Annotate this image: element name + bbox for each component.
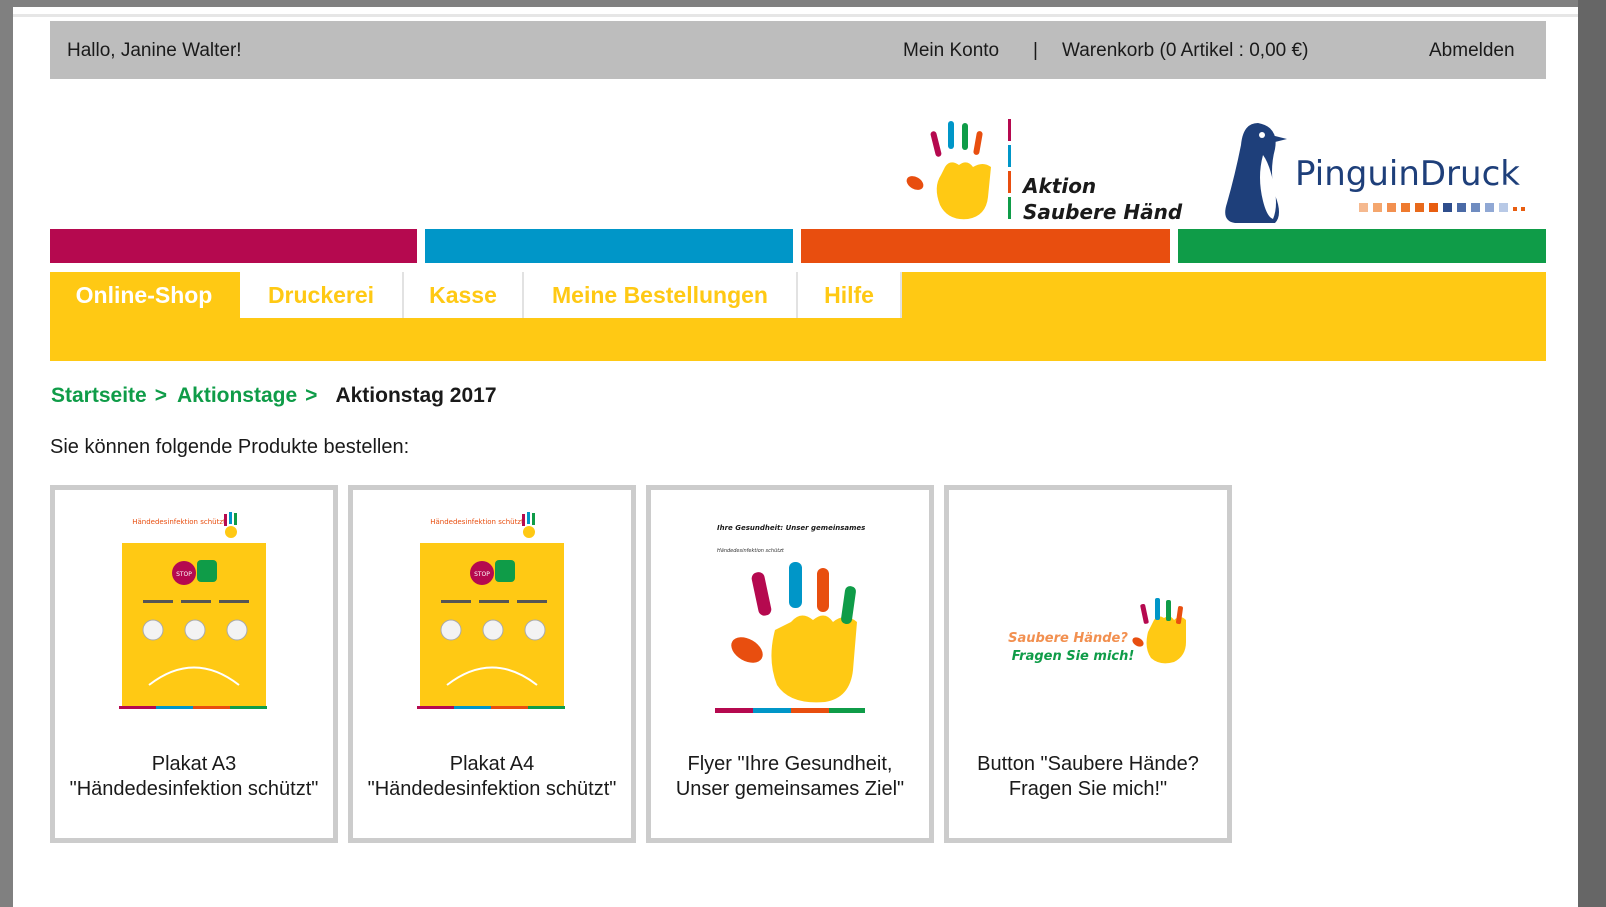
product-card-plakat-a3[interactable]: Händedesinfektion schützt STOP Plakat A3… [50,485,338,843]
logo-text-aktion: Aktion [1021,174,1096,198]
breadcrumb-aktionstage[interactable]: Aktionstage [177,384,297,407]
stop-badge: STOP [474,571,490,578]
product-image[interactable]: Händedesinfektion schützt STOP [55,510,333,720]
product-image[interactable]: Ihre Gesundheit: Unser gemeinsames Ziel!… [651,510,929,720]
poster-title: Händedesinfektion schützt [430,518,524,526]
breadcrumb-startseite[interactable]: Startseite [51,384,147,407]
product-name[interactable]: Plakat A3 "Händedesinfektion schützt" [55,752,333,802]
breadcrumb-separator: > [154,384,167,407]
flyer-title: Ihre Gesundheit: Unser gemeinsames Ziel! [717,524,865,532]
product-name-line1: Plakat A3 [151,753,237,775]
product-name-line2: Unser gemeinsames Ziel" [675,778,905,800]
product-name-line1: Button "Saubere Hände? [977,753,1199,775]
product-name-line2: "Händedesinfektion schützt" [367,778,617,800]
flyer-thumbnail: Ihre Gesundheit: Unser gemeinsames Ziel!… [715,524,865,713]
browser-frame-strip [13,7,1578,17]
tab-hilfe[interactable]: Hilfe [798,272,900,318]
breadcrumb-separator: > [305,384,318,407]
breadcrumb-current: Aktionstag 2017 [335,384,497,407]
product-name-line1: Plakat A4 [449,753,535,775]
logo-dots [1359,203,1525,212]
cart-link[interactable]: Warenkorb (0 Artikel : 0,00 €) [1062,40,1308,62]
logo-text-pinguindruck: PinguinDruck [1295,154,1520,194]
logo-text-saubere-haende: Saubere Hände [1023,200,1183,224]
pinguindruck-logo[interactable]: PinguinDruck [1213,115,1553,230]
color-bar-green [1178,229,1546,263]
product-name-line1: Flyer "Ihre Gesundheit, [687,753,893,775]
product-name[interactable]: Flyer "Ihre Gesundheit, Unser gemeinsame… [651,752,929,802]
browser-frame-top [0,0,1606,7]
tab-divider [900,272,902,318]
product-card-button[interactable]: Saubere Hände? Fragen Sie mich! Button "… [944,485,1232,843]
breadcrumb: Startseite > Aktionstage > Aktionstag 2017 [51,384,497,408]
hand-icon [1132,598,1186,664]
stop-badge: STOP [176,571,192,578]
button-thumbnail: Saubere Hände? Fragen Sie mich! [1008,598,1186,664]
color-bar-magenta [50,229,417,263]
aktion-saubere-haende-logo[interactable]: Aktion Saubere Hände [893,115,1183,225]
userbar-separator: | [1033,40,1038,61]
poster-thumbnail: Händedesinfektion schützt STOP [119,512,267,709]
poster-thumbnail: Händedesinfektion schützt STOP [417,512,565,709]
flyer-subtitle: Händedesinfektion schützt [717,548,785,554]
product-name-line2: Fragen Sie mich!" [1008,778,1168,800]
penguin-icon [1225,123,1287,223]
product-name-line2: "Händedesinfektion schützt" [69,778,319,800]
button-text-line2: Fragen Sie mich! [1012,649,1135,664]
product-card-flyer[interactable]: Ihre Gesundheit: Unser gemeinsames Ziel!… [646,485,934,843]
product-name[interactable]: Plakat A4 "Händedesinfektion schützt" [353,752,631,802]
tab-kasse[interactable]: Kasse [404,272,522,318]
hand-icon [731,562,857,703]
product-name[interactable]: Button "Saubere Hände? Fragen Sie mich!" [949,752,1227,802]
browser-scrollbar-area[interactable] [1578,0,1606,907]
product-image[interactable]: Saubere Hände? Fragen Sie mich! [949,510,1227,720]
greeting-text: Hallo, Janine Walter! [67,40,242,61]
button-text-line1: Saubere Hände? [1008,631,1128,646]
product-image[interactable]: Händedesinfektion schützt STOP [353,510,631,720]
main-nav: Online-Shop Druckerei Kasse Meine Bestel… [50,272,1546,361]
tab-druckerei[interactable]: Druckerei [240,272,402,318]
tab-meine-bestellungen[interactable]: Meine Bestellungen [524,272,796,318]
browser-frame-left [0,0,13,907]
hand-icon [906,121,991,220]
color-bar-orange [801,229,1170,263]
user-bar: Hallo, Janine Walter! Mein Konto | Waren… [50,21,1546,79]
my-account-link[interactable]: Mein Konto [903,40,999,62]
color-bar-blue [425,229,793,263]
logout-link[interactable]: Abmelden [1429,40,1515,62]
product-card-plakat-a4[interactable]: Händedesinfektion schützt STOP Plakat A4… [348,485,636,843]
page: Hallo, Janine Walter! Mein Konto | Waren… [13,18,1578,907]
poster-title: Händedesinfektion schützt [132,518,226,526]
intro-text: Sie können folgende Produkte bestellen: [50,436,410,458]
tab-online-shop[interactable]: Online-Shop [50,272,238,318]
